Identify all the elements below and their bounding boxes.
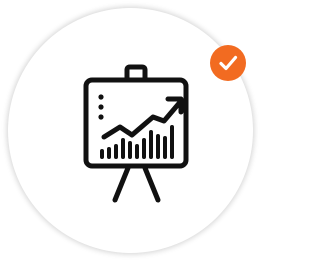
selected-badge	[210, 45, 246, 81]
option-tile[interactable]	[0, 0, 261, 261]
presentation-chart-icon	[83, 64, 189, 203]
checkmark-icon	[210, 45, 246, 81]
